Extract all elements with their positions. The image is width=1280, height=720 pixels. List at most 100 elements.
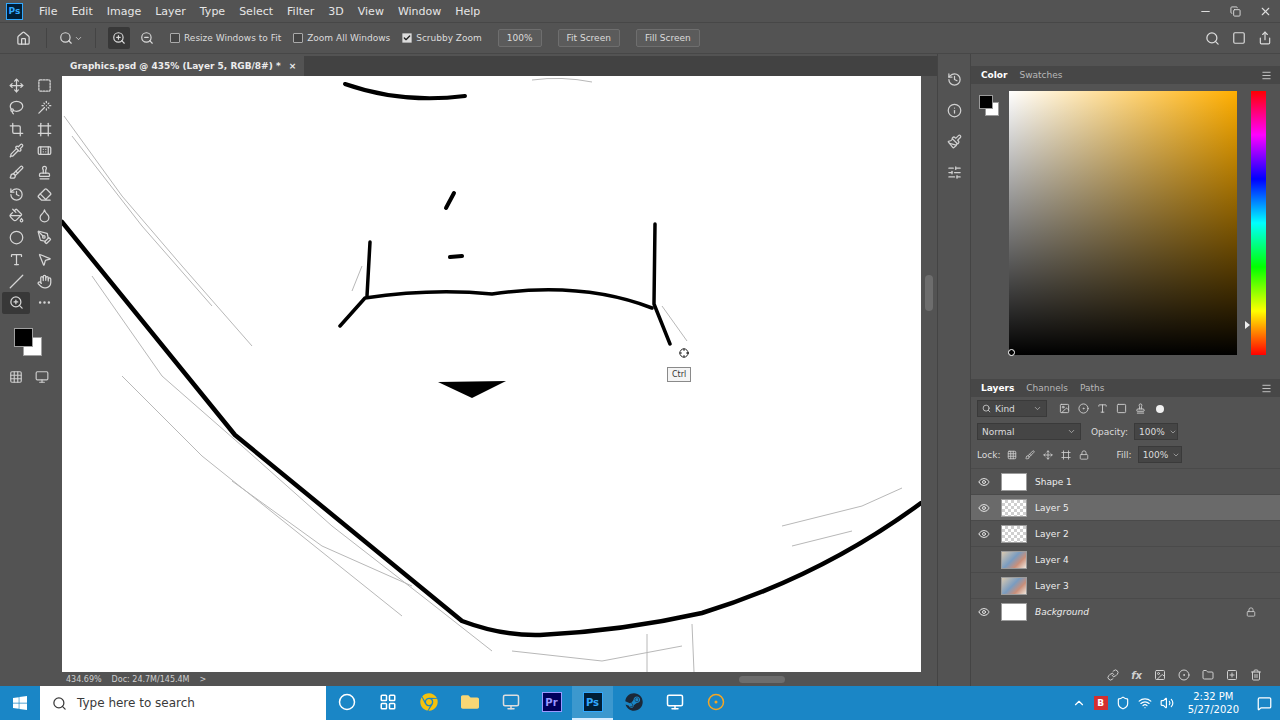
foreground-swatch[interactable] bbox=[14, 328, 33, 347]
notifications-icon[interactable] bbox=[1257, 696, 1272, 711]
option-checkbox[interactable]: Scrubby Zoom bbox=[402, 33, 482, 43]
option-button[interactable]: Fit Screen bbox=[558, 29, 620, 47]
lock-pixels-icon[interactable] bbox=[1025, 450, 1035, 460]
tool-preset-picker[interactable] bbox=[59, 27, 83, 49]
minimize-button[interactable] bbox=[1190, 0, 1220, 22]
tool-button[interactable] bbox=[30, 227, 58, 249]
menu-item[interactable]: Window bbox=[391, 5, 448, 18]
pixel-filter-icon[interactable] bbox=[1059, 403, 1070, 414]
tool-button[interactable] bbox=[2, 183, 30, 205]
close-button[interactable] bbox=[1250, 0, 1280, 22]
menu-item[interactable]: Help bbox=[448, 5, 487, 18]
taskbar-app[interactable] bbox=[408, 686, 449, 720]
home-button[interactable] bbox=[12, 27, 34, 49]
status-menu-button[interactable]: > bbox=[200, 675, 207, 684]
panel-menu[interactable] bbox=[1261, 70, 1272, 81]
taskbar-app[interactable] bbox=[367, 686, 408, 720]
adjustment-filter-icon[interactable] bbox=[1078, 403, 1089, 414]
filter-toggle[interactable] bbox=[1156, 405, 1164, 413]
tool-button[interactable] bbox=[30, 292, 58, 314]
panel-menu[interactable] bbox=[1261, 383, 1272, 394]
new-layer-icon[interactable] bbox=[1226, 669, 1238, 681]
menu-item[interactable]: Edit bbox=[64, 5, 99, 18]
menu-item[interactable]: View bbox=[351, 5, 391, 18]
tool-button[interactable] bbox=[2, 97, 30, 119]
screen-mode-icon[interactable] bbox=[35, 370, 49, 384]
horizontal-scroll-thumb[interactable] bbox=[739, 676, 785, 683]
checkbox-box[interactable] bbox=[293, 33, 303, 43]
layer-row[interactable]: Layer 4 bbox=[971, 546, 1280, 572]
tool-button[interactable] bbox=[30, 183, 58, 205]
menu-item[interactable]: 3D bbox=[321, 5, 350, 18]
tool-button[interactable] bbox=[30, 97, 58, 119]
volume-icon[interactable] bbox=[1160, 696, 1174, 710]
tray-badge[interactable]: B bbox=[1094, 696, 1108, 710]
share-icon[interactable] bbox=[1258, 31, 1272, 45]
layer-row[interactable]: Layer 3 bbox=[971, 572, 1280, 598]
vertical-scrollbar[interactable] bbox=[921, 76, 937, 672]
workspace-icon[interactable] bbox=[1232, 31, 1246, 45]
foreground-swatch[interactable] bbox=[979, 95, 993, 109]
taskbar-app[interactable] bbox=[695, 686, 736, 720]
visibility-toggle[interactable] bbox=[971, 502, 997, 514]
info-icon[interactable] bbox=[947, 103, 962, 118]
link-icon[interactable] bbox=[1107, 669, 1119, 681]
shield-icon[interactable] bbox=[1116, 696, 1130, 710]
option-checkbox[interactable]: Resize Windows to Fit bbox=[170, 33, 281, 43]
tool-button[interactable] bbox=[30, 249, 58, 271]
menu-item[interactable]: Filter bbox=[280, 5, 321, 18]
panel-tab[interactable]: Channels bbox=[1026, 383, 1068, 393]
tool-button[interactable] bbox=[2, 140, 30, 162]
checkbox-box[interactable] bbox=[402, 33, 412, 43]
tool-button[interactable] bbox=[30, 140, 58, 162]
zoom-out-button[interactable] bbox=[136, 27, 158, 49]
hue-marker[interactable] bbox=[1245, 321, 1250, 329]
smart-object-filter-icon[interactable] bbox=[1135, 403, 1146, 414]
menu-item[interactable]: Type bbox=[193, 5, 232, 18]
tool-button[interactable] bbox=[2, 270, 30, 292]
color-field[interactable] bbox=[1009, 91, 1237, 355]
canvas[interactable]: Ctrl bbox=[62, 76, 921, 672]
taskbar-app[interactable] bbox=[449, 686, 490, 720]
filter-select[interactable]: Kind bbox=[977, 400, 1047, 417]
taskbar-app[interactable] bbox=[326, 686, 367, 720]
blend-mode-select[interactable]: Normal bbox=[977, 423, 1081, 440]
tool-button[interactable] bbox=[2, 75, 30, 97]
opacity-field[interactable]: 100% bbox=[1134, 423, 1178, 440]
taskbar-app[interactable] bbox=[613, 686, 654, 720]
tool-button[interactable] bbox=[2, 292, 30, 314]
lock-transparency-icon[interactable] bbox=[1007, 450, 1017, 460]
adjustment-icon[interactable] bbox=[1178, 669, 1190, 681]
option-button[interactable]: 100% bbox=[498, 29, 542, 47]
tool-button[interactable] bbox=[30, 162, 58, 184]
tool-button[interactable] bbox=[2, 249, 30, 271]
option-button[interactable]: Fill Screen bbox=[636, 29, 700, 47]
type-filter-icon[interactable] bbox=[1097, 403, 1108, 414]
tool-button[interactable] bbox=[30, 270, 58, 292]
quick-mask-icon[interactable] bbox=[9, 370, 23, 384]
clock[interactable]: 2:32 PM5/27/2020 bbox=[1188, 690, 1239, 716]
wifi-icon[interactable] bbox=[1138, 696, 1152, 710]
properties-icon[interactable] bbox=[947, 165, 962, 180]
tool-button[interactable] bbox=[2, 162, 30, 184]
visibility-toggle[interactable] bbox=[971, 476, 997, 488]
menu-item[interactable]: Image bbox=[100, 5, 148, 18]
lock-all-icon[interactable] bbox=[1079, 450, 1089, 460]
visibility-toggle[interactable] bbox=[971, 606, 997, 618]
tool-button[interactable] bbox=[30, 75, 58, 97]
taskbar-app[interactable] bbox=[654, 686, 695, 720]
search-icon[interactable] bbox=[1205, 31, 1220, 46]
taskbar-app[interactable]: Pr bbox=[531, 686, 572, 720]
menu-item[interactable]: Select bbox=[232, 5, 280, 18]
group-icon[interactable] bbox=[1202, 669, 1214, 681]
zoom-level[interactable]: 434.69% bbox=[66, 675, 102, 684]
document-tab[interactable]: Graphics.psd @ 435% (Layer 5, RGB/8#) *× bbox=[62, 56, 304, 76]
panel-tab[interactable]: Layers bbox=[981, 383, 1014, 393]
visibility-toggle[interactable] bbox=[971, 528, 997, 540]
menu-item[interactable]: File bbox=[32, 5, 64, 18]
zoom-in-button[interactable] bbox=[108, 27, 130, 49]
color-picker-marker[interactable] bbox=[1008, 349, 1015, 356]
layer-row[interactable]: Background bbox=[971, 598, 1280, 624]
option-checkbox[interactable]: Zoom All Windows bbox=[293, 33, 390, 43]
layer-style-button[interactable]: fx bbox=[1131, 670, 1142, 681]
